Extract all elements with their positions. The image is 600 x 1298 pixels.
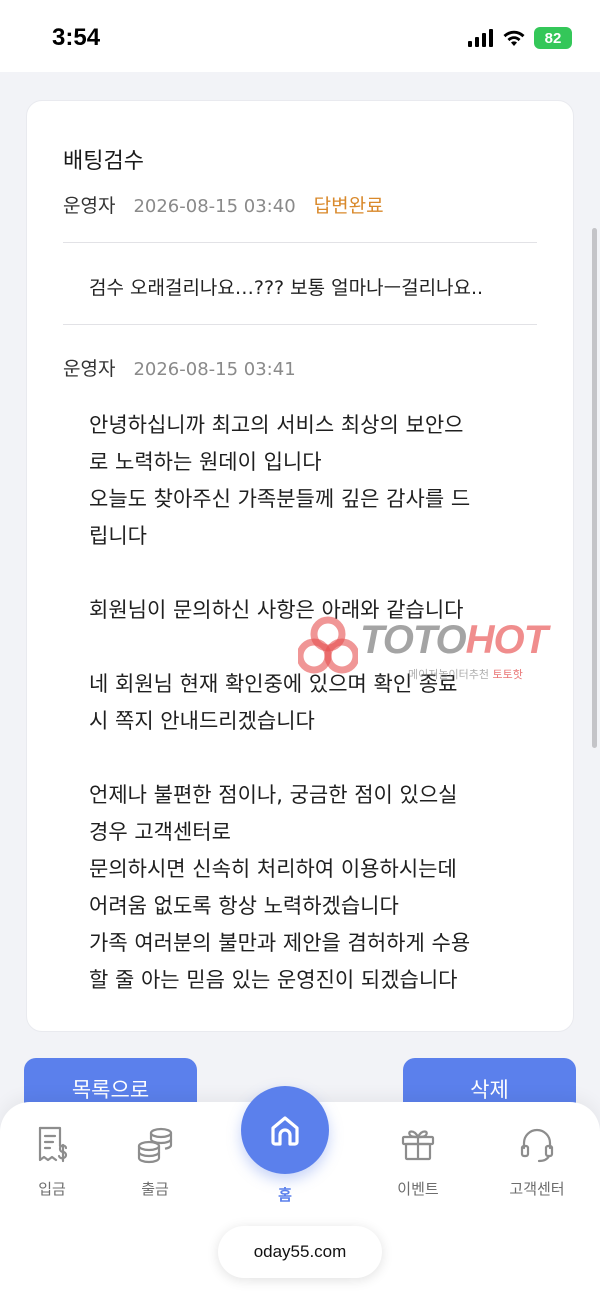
signal-icon — [468, 29, 493, 47]
answer-line: 문의하시면 신속히 처리하여 이용하시는데 — [89, 857, 457, 881]
divider — [63, 242, 537, 243]
url-bar[interactable]: oday55.com — [218, 1226, 382, 1278]
answer-line: 어려움 없도록 항상 노력하겠습니다 — [89, 894, 399, 918]
divider — [63, 324, 537, 325]
answer-line: 회원님이 문의하신 사항은 아래와 같습니다 — [89, 598, 464, 622]
home-icon — [271, 1116, 299, 1146]
answer-line: 로 노력하는 원데이 입니다 — [89, 450, 322, 474]
wifi-icon — [503, 30, 525, 46]
answer-date: 2026-08-15 03:41 — [133, 359, 296, 380]
answer-line: 안녕하십니까 최고의 서비스 최상의 보안으 — [89, 413, 464, 437]
status-bar: 3:54 82 — [0, 0, 600, 72]
answer-blank-line — [89, 555, 529, 592]
nav-item-deposit[interactable]: 입금 — [2, 1124, 102, 1199]
receipt-dollar-icon — [38, 1126, 68, 1163]
post-card: 배팅검수 운영자 2026-08-15 03:40 답변완료 검수 오래걸리나요… — [26, 100, 574, 1032]
post-meta: 운영자 2026-08-15 03:40 답변완료 — [63, 191, 384, 218]
answer-line: 경우 고객센터로 — [89, 820, 231, 844]
status-time: 3:54 — [52, 24, 101, 51]
answer-blank-line — [89, 629, 529, 666]
question-text: 검수 오래걸리나요…??? 보통 얼마나ㅡ걸리나요.. — [89, 277, 484, 299]
bottom-nav: 입금 출금 홈 이벤트 고객센터 oday55.com — [0, 1086, 600, 1298]
coins-icon — [137, 1127, 173, 1164]
answer-line: 언제나 불편한 점이나, 궁금한 점이 있으실 — [89, 783, 458, 807]
headset-icon — [520, 1128, 554, 1163]
answer-line: 할 줄 아는 믿음 있는 운영진이 되겠습니다 — [89, 968, 458, 992]
nav-label-deposit: 입금 — [38, 1180, 66, 1198]
answer-line: 시 쪽지 안내드리겠습니다 — [89, 709, 315, 733]
nav-item-support[interactable]: 고객센터 — [487, 1124, 587, 1199]
answer-line: 오늘도 찾아주신 가족분들께 깊은 감사를 드 — [89, 487, 471, 511]
gift-icon — [401, 1130, 435, 1161]
nav-label-event: 이벤트 — [397, 1180, 439, 1198]
status-badge: 답변완료 — [313, 195, 384, 217]
nav-label-home: 홈 — [278, 1186, 292, 1204]
nav-home-button[interactable] — [241, 1086, 329, 1174]
answer-line: 가족 여러분의 불만과 제안을 겸허하게 수용 — [89, 931, 471, 955]
answer-blank-line — [89, 740, 529, 777]
post-title: 배팅검수 — [63, 149, 144, 174]
nav-item-withdraw[interactable]: 출금 — [105, 1124, 205, 1199]
post-author: 운영자 — [63, 195, 116, 217]
answer-author: 운영자 — [63, 358, 116, 380]
nav-item-event[interactable]: 이벤트 — [368, 1124, 468, 1199]
battery-level: 82 — [544, 29, 562, 47]
answer-body: 안녕하십니까 최고의 서비스 최상의 보안으로 노력하는 원데이 입니다오늘도 … — [89, 407, 529, 999]
scrollbar[interactable] — [592, 228, 597, 748]
nav-label-withdraw: 출금 — [141, 1180, 169, 1198]
post-date: 2026-08-15 03:40 — [133, 196, 296, 217]
answer-line: 네 회원님 현재 확인중에 있으며 확인 종료 — [89, 672, 458, 696]
answer-meta: 운영자 2026-08-15 03:41 — [63, 354, 296, 381]
answer-line: 립니다 — [89, 524, 147, 548]
nav-label-support: 고객센터 — [509, 1180, 565, 1198]
status-icons: 82 — [468, 26, 572, 50]
battery-indicator: 82 — [534, 27, 572, 49]
